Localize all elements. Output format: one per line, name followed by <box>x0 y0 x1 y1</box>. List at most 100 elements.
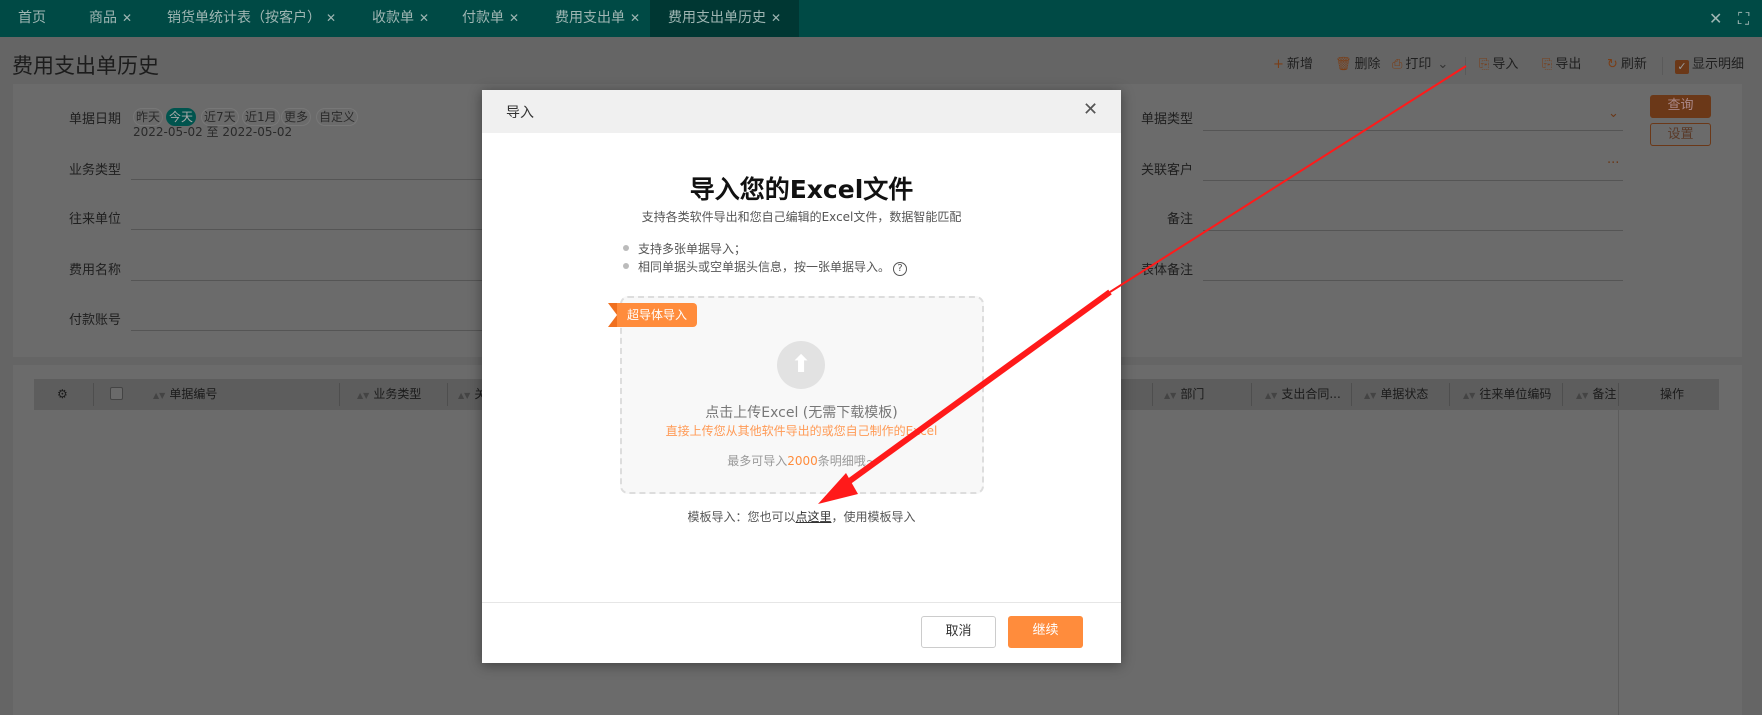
label: 相同单据头或空单据头信息，按一张单据导入。 <box>638 260 891 274</box>
column-settings-icon[interactable]: ⚙ <box>57 379 68 410</box>
divider <box>482 602 1121 603</box>
close-icon[interactable]: ✕ <box>326 11 336 25</box>
tab-label: 费用支出单 <box>555 10 625 26</box>
column-header[interactable]: ▲▼ 单据编号 <box>153 379 217 410</box>
more-icon[interactable]: ··· <box>1607 156 1619 171</box>
label: 打印 <box>1405 57 1432 72</box>
divider <box>1465 57 1466 75</box>
expense-name-label: 费用名称 <box>68 263 121 278</box>
sort-icon: ▲▼ <box>1164 391 1177 400</box>
label: ，使用模板导入 <box>831 510 916 524</box>
column-header[interactable]: ▲▼ 单据状态 <box>1364 379 1428 410</box>
sort-icon: ▲▼ <box>458 391 471 400</box>
cancel-button[interactable]: 取消 <box>921 616 996 648</box>
tab-label: 商品 <box>89 10 117 26</box>
bullet-item: 相同单据头或空单据头信息，按一张单据导入。? <box>623 258 908 276</box>
import-icon: ⎘ <box>1479 57 1490 72</box>
label: 刷新 <box>1620 57 1647 72</box>
divider <box>1449 383 1450 406</box>
template-import-text: 模板导入：您也可以点这里，使用模板导入 <box>482 508 1121 525</box>
label: 部门 <box>1180 387 1205 401</box>
help-icon[interactable]: ? <box>893 262 908 276</box>
continue-button[interactable]: 继续 <box>1008 616 1083 648</box>
tab-goods[interactable]: 商品 ✕ <box>79 0 142 37</box>
chevron-down-icon: ⌄ <box>1437 57 1449 72</box>
payment-account-input[interactable] <box>131 330 491 331</box>
actions-header: 操作 <box>1660 387 1685 401</box>
close-icon[interactable]: ✕ <box>509 11 519 25</box>
tab-label: 费用支出单历史 <box>668 10 766 26</box>
doc-type-select[interactable] <box>1203 130 1623 131</box>
label: 备注 <box>1592 387 1617 401</box>
close-all-icon[interactable]: ✕ <box>1709 0 1722 37</box>
import-button[interactable]: ⎘ 导入 <box>1479 55 1518 75</box>
label: 显示明细 <box>1692 57 1745 72</box>
page-title: 费用支出单历史 <box>12 54 159 78</box>
upload-icon[interactable]: ⬆ <box>777 341 825 389</box>
export-button[interactable]: ⎘ 导出 <box>1542 55 1581 75</box>
body-remark-input[interactable] <box>1203 280 1623 281</box>
column-header[interactable]: ▲▼ 部门 <box>1164 379 1204 410</box>
divider <box>1562 383 1563 406</box>
divider <box>93 383 94 406</box>
label: 支出合同... <box>1281 387 1341 401</box>
tab-receipt[interactable]: 收款单 ✕ <box>362 0 439 37</box>
new-button[interactable]: + 新增 <box>1273 55 1313 75</box>
tab-home[interactable]: 首页 <box>8 0 56 37</box>
trash-icon: 🗑 <box>1335 57 1352 72</box>
remark-input[interactable] <box>1203 230 1623 231</box>
column-header[interactable]: ▲▼ 支出合同... <box>1265 379 1341 410</box>
tab-payment[interactable]: 付款单 ✕ <box>452 0 529 37</box>
business-type-input[interactable] <box>131 179 491 180</box>
fullscreen-icon[interactable]: ⛶ <box>1738 0 1749 37</box>
close-icon[interactable]: ✕ <box>419 11 429 25</box>
date-label: 单据日期 <box>68 112 121 127</box>
label: 删除 <box>1354 57 1381 72</box>
close-icon[interactable]: ✕ <box>122 11 132 25</box>
sort-icon: ▲▼ <box>1463 391 1476 400</box>
dialog-title: 导入 <box>506 105 534 121</box>
chevron-down-icon[interactable]: ⌄ <box>1608 106 1619 121</box>
close-icon[interactable]: ✕ <box>630 11 640 25</box>
printer-icon: ⎙ <box>1392 57 1403 72</box>
tab-bar: 首页 商品 ✕ 销货单统计表（按客户） ✕ 收款单 ✕ 付款单 ✕ 费用支出单 ✕ 费用支… <box>0 0 1762 37</box>
upload-sub-text: 直接上传您从其他软件导出的或您自己制作的Excel <box>665 424 938 438</box>
refresh-button[interactable]: ↻ 刷新 <box>1607 55 1647 75</box>
sort-icon: ▲▼ <box>1364 391 1377 400</box>
tab-sales-stats[interactable]: 销货单统计表（按客户） ✕ <box>157 0 346 37</box>
column-header[interactable]: ▲▼ 往来单位编码 <box>1463 379 1551 410</box>
bullet-item: 支持多张单据导入； <box>623 240 746 257</box>
customer-input[interactable] <box>1203 180 1623 181</box>
close-icon[interactable]: ✕ <box>1083 99 1098 120</box>
tab-label: 销货单统计表（按客户） <box>167 10 321 26</box>
divider <box>1152 383 1153 406</box>
quick-custom[interactable]: 自定义 <box>316 108 359 126</box>
label: 单据编号 <box>169 387 218 401</box>
ribbon-badge: 超导体导入 <box>617 303 697 327</box>
delete-button[interactable]: 🗑 删除 <box>1335 55 1381 75</box>
tab-expense[interactable]: 费用支出单 ✕ <box>545 0 650 37</box>
query-button[interactable]: 查询 <box>1650 95 1711 118</box>
close-icon[interactable]: ✕ <box>771 11 781 25</box>
partner-input[interactable] <box>131 229 491 230</box>
expense-name-input[interactable] <box>131 280 491 281</box>
sort-icon: ▲▼ <box>153 391 166 400</box>
export-icon: ⎘ <box>1542 57 1553 72</box>
print-button[interactable]: ⎙ 打印 ⌄ <box>1392 55 1448 75</box>
checkbox-checked-icon: ✓ <box>1675 60 1689 74</box>
template-link[interactable]: 点这里 <box>795 510 831 524</box>
select-all-checkbox[interactable] <box>110 387 123 400</box>
column-header[interactable]: ▲▼ 备注 <box>1576 379 1616 410</box>
tab-expense-history[interactable]: 费用支出单历史 ✕ <box>650 0 800 37</box>
sort-icon: ▲▼ <box>1265 391 1278 400</box>
settings-button[interactable]: 设置 <box>1650 123 1711 146</box>
divider <box>447 383 448 406</box>
tab-label: 付款单 <box>462 10 504 26</box>
label: 往来单位编码 <box>1479 387 1552 401</box>
sort-icon: ▲▼ <box>357 391 370 400</box>
column-header[interactable]: ▲▼ 业务类型 <box>357 379 421 410</box>
divider <box>1618 383 1619 406</box>
show-detail-checkbox[interactable]: ✓ 显示明细 <box>1675 55 1744 75</box>
upload-main-text: 点击上传Excel (无需下载模板) <box>705 405 898 421</box>
divider <box>1618 410 1619 715</box>
